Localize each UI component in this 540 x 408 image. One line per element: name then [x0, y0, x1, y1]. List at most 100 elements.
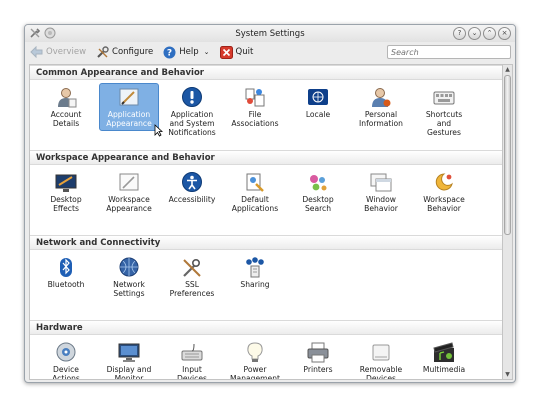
settings-module-workspace-appearance[interactable]: Workspace Appearance	[99, 168, 159, 214]
section-workspace-appearance-and-behavior: Workspace Appearance and Behavior Desktop…	[30, 150, 502, 235]
module-label: Window Behavior	[364, 195, 398, 213]
module-label: Desktop Search	[302, 195, 334, 213]
shortcuts-icon	[433, 91, 455, 105]
title-bar: System Settings ? ⌄ ⌃ ×	[25, 25, 515, 42]
settings-module-network[interactable]: Network Settings	[99, 253, 159, 299]
settings-module-locale[interactable]: Locale	[288, 83, 348, 120]
settings-module-multimedia[interactable]: Multimedia	[414, 338, 474, 375]
settings-module-notifications[interactable]: Application and System Notifications	[162, 83, 222, 138]
module-label: Desktop Effects	[50, 195, 82, 213]
appearance-icon	[119, 88, 139, 106]
input-devices-icon	[181, 343, 203, 361]
settings-module-printer[interactable]: Printers	[288, 338, 348, 375]
scrollbar-thumb[interactable]	[504, 75, 511, 235]
module-label: Account Details	[50, 110, 82, 128]
settings-module-removable[interactable]: Removable Devices	[351, 338, 411, 380]
quit-button[interactable]: Quit	[219, 45, 253, 59]
settings-module-sharing[interactable]: Sharing	[225, 253, 285, 290]
module-label: Bluetooth	[47, 280, 85, 289]
svg-text:?: ?	[167, 48, 172, 58]
settings-module-appearance[interactable]: Application Appearance	[99, 83, 159, 131]
section-network-and-connectivity: Network and Connectivity Bluetooth Network…	[30, 235, 502, 320]
section-items: Desktop Effects Workspace Appearance Acces…	[30, 165, 502, 235]
scroll-up-icon[interactable]: ▲	[503, 65, 512, 74]
close-button[interactable]: ×	[498, 27, 511, 40]
settings-module-personal-info[interactable]: Personal Information	[351, 83, 411, 129]
window-title: System Settings	[235, 28, 305, 39]
module-label: File Associations	[231, 110, 279, 128]
help-button[interactable]: ? Help ⌄	[163, 46, 210, 59]
configure-icon	[97, 45, 109, 58]
settings-module-window-behavior[interactable]: Window Behavior	[351, 168, 411, 214]
settings-module-accessibility[interactable]: Accessibility	[162, 168, 222, 205]
power-icon	[247, 342, 263, 362]
locale-icon	[308, 89, 328, 105]
help-dropdown-icon[interactable]: ⌄	[204, 48, 210, 56]
settings-module-ssl[interactable]: SSL Preferences	[162, 253, 222, 299]
ssl-icon	[183, 258, 201, 277]
desktop-search-icon	[310, 175, 327, 191]
default-apps-icon	[246, 173, 264, 192]
module-label: Multimedia	[422, 365, 466, 374]
settings-module-account[interactable]: Account Details	[36, 83, 96, 129]
module-label: Personal Information	[359, 110, 403, 128]
section-items: Account Details Application Appearance App…	[30, 80, 502, 150]
multimedia-icon	[433, 342, 454, 362]
module-label: Removable Devices	[359, 365, 403, 380]
quit-icon	[219, 45, 233, 59]
scroll-down-icon[interactable]: ▼	[503, 370, 512, 379]
search-input[interactable]	[387, 45, 511, 59]
accessibility-icon	[182, 172, 202, 192]
section-header: Network and Connectivity	[30, 235, 502, 250]
module-label: Shortcuts and Gestures	[425, 110, 463, 137]
configure-button[interactable]: Configure	[96, 45, 153, 59]
section-header: Common Appearance and Behavior	[30, 65, 502, 80]
removable-icon	[372, 344, 390, 361]
settings-module-device-actions[interactable]: Device Actions	[36, 338, 96, 380]
minimize-button[interactable]: ⌄	[468, 27, 481, 40]
section-header: Hardware	[30, 320, 502, 335]
help-title-button[interactable]: ?	[453, 27, 466, 40]
account-icon	[58, 88, 77, 108]
settings-module-file-associations[interactable]: File Associations	[225, 83, 285, 129]
module-label: Device Actions	[52, 365, 80, 380]
section-header: Workspace Appearance and Behavior	[30, 150, 502, 165]
module-label: Application Appearance	[106, 110, 152, 128]
sharing-icon	[246, 257, 264, 278]
settings-tools-icon[interactable]	[29, 27, 41, 41]
window-menu-icon[interactable]	[44, 27, 56, 41]
desktop-effects-icon	[55, 174, 77, 192]
file-associations-icon	[245, 88, 265, 107]
display-icon	[118, 343, 140, 362]
module-label: Workspace Behavior	[423, 195, 465, 213]
settings-module-desktop-search[interactable]: Desktop Search	[288, 168, 348, 214]
back-arrow-icon	[30, 46, 43, 58]
module-label: Accessibility	[168, 195, 216, 204]
settings-module-input-devices[interactable]: Input Devices	[162, 338, 222, 380]
section-common-appearance-and-behavior: Common Appearance and Behavior Account De…	[30, 65, 502, 150]
section-items: Device Actions Display and Monitor Input D…	[30, 335, 502, 380]
overview-button[interactable]: Overview	[30, 46, 86, 58]
module-label: Workspace Appearance	[106, 195, 152, 213]
settings-module-power[interactable]: Power Management	[225, 338, 285, 380]
window-behavior-icon	[370, 173, 392, 192]
module-label: Input Devices	[177, 365, 207, 380]
personal-info-icon	[372, 88, 391, 107]
settings-module-shortcuts[interactable]: Shortcuts and Gestures	[414, 83, 474, 138]
toolbar: Overview Configure ? Help ⌄ Quit	[25, 42, 515, 62]
settings-panel: Common Appearance and Behavior Account De…	[29, 64, 503, 380]
module-label: Locale	[305, 110, 331, 119]
bluetooth-icon	[60, 258, 72, 277]
module-label: Printers	[303, 365, 333, 374]
settings-module-bluetooth[interactable]: Bluetooth	[36, 253, 96, 290]
vertical-scrollbar[interactable]: ▲ ▼	[503, 64, 513, 380]
module-label: Display and Monitor	[106, 365, 152, 380]
settings-module-display[interactable]: Display and Monitor	[99, 338, 159, 380]
module-label: Network Settings	[113, 280, 145, 298]
settings-module-desktop-effects[interactable]: Desktop Effects	[36, 168, 96, 214]
workspace-behavior-icon	[435, 173, 453, 191]
module-label: Power Management	[229, 365, 281, 380]
maximize-button[interactable]: ⌃	[483, 27, 496, 40]
settings-module-workspace-behavior[interactable]: Workspace Behavior	[414, 168, 474, 214]
settings-module-default-apps[interactable]: Default Applications	[225, 168, 285, 214]
